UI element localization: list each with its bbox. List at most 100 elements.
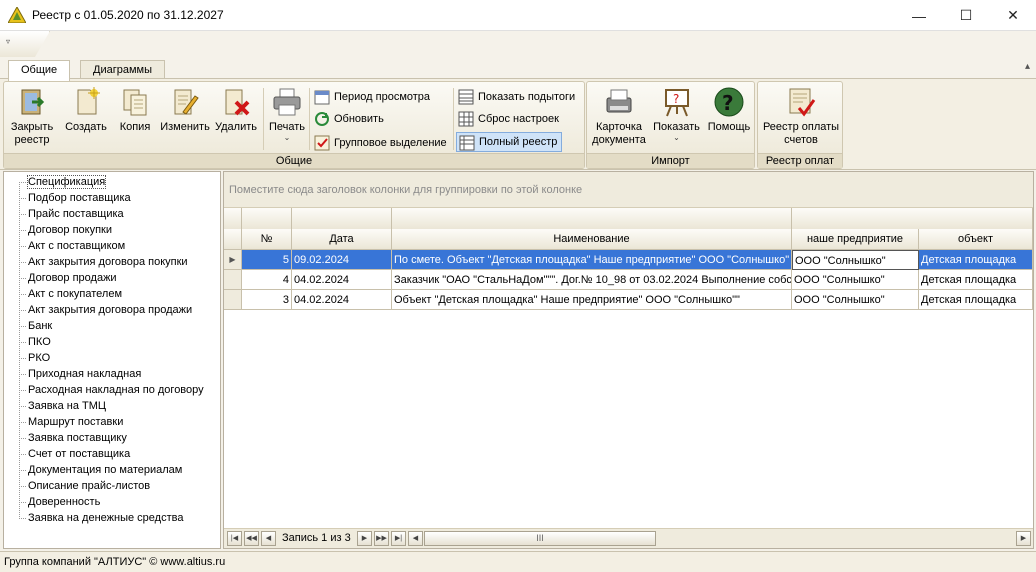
cell-name[interactable]: Заказчик "ОАО "СтальНаДом""". Дог.№ 10_9… xyxy=(392,270,792,290)
delete-button[interactable]: Удалить xyxy=(212,86,260,134)
cell-name[interactable]: По смете. Объект "Детская площадка" Наше… xyxy=(392,250,792,270)
group-select-button[interactable]: Групповое выделение xyxy=(312,133,447,153)
prev-record-button[interactable]: ◀ xyxy=(261,531,276,546)
tree-item[interactable]: Документация по материалам xyxy=(19,462,182,478)
tree-item[interactable]: Заявка поставщику xyxy=(19,430,127,446)
last-record-button[interactable]: ▶| xyxy=(391,531,406,546)
column-header-num[interactable]: № xyxy=(242,229,292,250)
maximize-button[interactable]: ☐ xyxy=(943,0,989,31)
table-row[interactable]: 4 04.02.2024 Заказчик "ОАО "СтальНаДом""… xyxy=(224,270,1033,290)
scroll-left-button[interactable]: ◀ xyxy=(408,531,423,546)
tree-item[interactable]: Заявка на денежные средства xyxy=(19,510,183,526)
quick-access-toolbar: ▿ xyxy=(0,31,1036,57)
cell-company[interactable]: ООО "Солнышко" xyxy=(792,250,919,270)
document-card-button[interactable]: Карточка документа xyxy=(589,86,649,147)
tree-item-label: Маршрут поставки xyxy=(28,416,124,428)
tree-item-label: РКО xyxy=(28,352,51,364)
status-bar: Группа компаний "АЛТИУС" © www.altius.ru xyxy=(0,551,1036,572)
tree-item-label: ПКО xyxy=(28,336,51,348)
tree-item[interactable]: Маршрут поставки xyxy=(19,414,123,430)
cell-date[interactable]: 09.02.2024 xyxy=(292,250,392,270)
tree-item[interactable]: ПКО xyxy=(19,334,51,350)
tree-item[interactable]: Договор покупки xyxy=(19,222,112,238)
print-button[interactable]: Печать ⌄ xyxy=(266,86,308,142)
next-record-button[interactable]: ▶ xyxy=(357,531,372,546)
create-button[interactable]: Создать xyxy=(60,86,112,134)
next-page-button[interactable]: ▶▶ xyxy=(374,531,389,546)
tree-item[interactable]: Акт с поставщиком xyxy=(19,238,125,254)
cell-name[interactable]: Объект "Детская площадка" Наше предприят… xyxy=(392,290,792,310)
full-registry-label: Полный реестр xyxy=(479,136,558,148)
tree-item[interactable]: Подбор поставщика xyxy=(19,190,131,206)
prev-page-button[interactable]: ◀◀ xyxy=(244,531,259,546)
cell-num[interactable]: 4 xyxy=(242,270,292,290)
full-registry-button[interactable]: Полный реестр xyxy=(456,132,563,152)
help-button[interactable]: ? Помощь xyxy=(704,86,754,134)
column-header-date[interactable]: Дата xyxy=(292,229,392,250)
copy-button[interactable]: Копия xyxy=(112,86,158,134)
collapse-ribbon-icon[interactable]: ▴ xyxy=(1025,61,1030,72)
show-subtotals-button[interactable]: Показать подытоги xyxy=(456,87,575,107)
cell-object[interactable]: Детская площадка xyxy=(919,270,1033,290)
column-header-company[interactable]: наше предприятие xyxy=(792,229,919,250)
view-period-button[interactable]: Период просмотра xyxy=(312,87,430,107)
cell-num[interactable]: 3 xyxy=(242,290,292,310)
group-label-import: Импорт xyxy=(587,153,754,168)
cell-company[interactable]: ООО "Солнышко" xyxy=(792,290,919,310)
group-label-payments: Реестр оплат xyxy=(758,153,842,168)
tab-charts[interactable]: Диаграммы xyxy=(80,60,165,80)
tree-item-specification[interactable]: Спецификация xyxy=(19,174,107,190)
show-button[interactable]: ? Показать ⌄ xyxy=(649,86,704,142)
help-label: Помощь xyxy=(707,121,751,133)
document-card-label: Карточка документа xyxy=(592,121,646,146)
table-row[interactable]: 3 04.02.2024 Объект "Детская площадка" Н… xyxy=(224,290,1033,310)
cell-date[interactable]: 04.02.2024 xyxy=(292,290,392,310)
payment-registry-button[interactable]: Реестр оплаты счетов xyxy=(760,86,842,147)
horizontal-scrollbar-thumb[interactable]: III xyxy=(424,531,656,546)
tree-item[interactable]: Договор продажи xyxy=(19,270,117,286)
scroll-right-button[interactable]: ▶ xyxy=(1016,531,1031,546)
tree-item[interactable]: РКО xyxy=(19,350,50,366)
separator xyxy=(263,88,264,150)
tab-general[interactable]: Общие xyxy=(8,60,71,81)
cell-object[interactable]: Детская площадка xyxy=(919,250,1033,270)
tree-item-label: Акт с покупателем xyxy=(28,288,123,300)
tree-item[interactable]: Доверенность xyxy=(19,494,100,510)
tree-item[interactable]: Акт закрытия договора покупки xyxy=(19,254,188,270)
tree-item[interactable]: Приходная накладная xyxy=(19,366,141,382)
band-cell xyxy=(242,208,292,230)
tree-item[interactable]: Прайс поставщика xyxy=(19,206,124,222)
column-header-name[interactable]: Наименование xyxy=(392,229,792,250)
cell-date[interactable]: 04.02.2024 xyxy=(292,270,392,290)
tree-item[interactable]: Акт с покупателем xyxy=(19,286,122,302)
column-header-object[interactable]: объект xyxy=(919,229,1033,250)
tree-item-label: Заявка на денежные средства xyxy=(28,512,184,524)
close-registry-label: Закрыть реестр xyxy=(10,121,54,146)
tree-item[interactable]: Расходная накладная по договору xyxy=(19,382,204,398)
refresh-button[interactable]: Обновить xyxy=(312,109,384,129)
chevron-down-icon: ▿ xyxy=(6,37,11,46)
tree-item[interactable]: Описание прайс-листов xyxy=(19,478,150,494)
close-window-button[interactable]: ✕ xyxy=(990,0,1036,31)
group-by-panel[interactable]: Поместите сюда заголовок колонки для гру… xyxy=(224,172,1033,208)
tree-item-label: Акт закрытия договора продажи xyxy=(28,304,193,316)
tree-item-label: Заявка поставщику xyxy=(28,432,127,444)
presentation-board-icon: ? xyxy=(664,89,689,117)
close-registry-button[interactable]: Закрыть реестр xyxy=(7,86,57,147)
first-record-button[interactable]: |◀ xyxy=(227,531,242,546)
minimize-button[interactable]: — xyxy=(896,0,942,31)
calendar-icon xyxy=(314,90,330,105)
tree-item[interactable]: Банк xyxy=(19,318,52,334)
reset-settings-button[interactable]: Сброс настроек xyxy=(456,109,559,129)
cell-object[interactable]: Детская площадка xyxy=(919,290,1033,310)
tree-item-label: Заявка на ТМЦ xyxy=(28,400,107,412)
app-logo-icon xyxy=(8,7,26,23)
edit-button[interactable]: Изменить xyxy=(158,86,212,134)
cell-num[interactable]: 5 xyxy=(242,250,292,270)
table-row[interactable]: ▶ 5 09.02.2024 По смете. Объект "Детская… xyxy=(224,250,1033,270)
tree-item[interactable]: Счет от поставщика xyxy=(19,446,130,462)
tree-item[interactable]: Акт закрытия договора продажи xyxy=(19,302,192,318)
tree-item[interactable]: Заявка на ТМЦ xyxy=(19,398,106,414)
quick-access-menu-button[interactable]: ▿ xyxy=(0,31,50,57)
cell-company[interactable]: ООО "Солнышко" xyxy=(792,270,919,290)
